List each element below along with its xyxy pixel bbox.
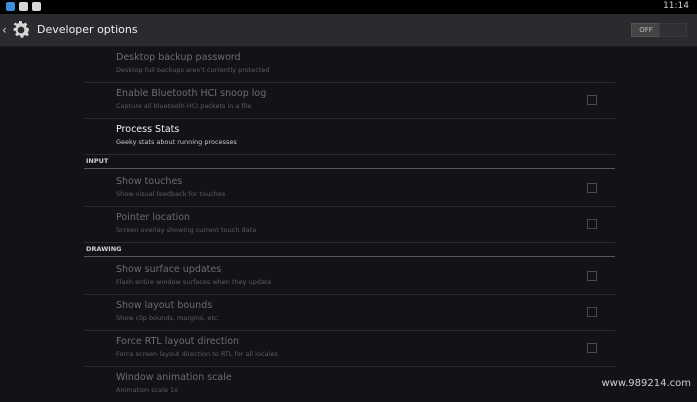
gear-icon[interactable] — [9, 18, 33, 42]
item-subtitle: Force screen layout direction to RTL for… — [116, 350, 278, 358]
list-item[interactable]: Show touches Show visual feedback for to… — [84, 171, 615, 207]
item-title: Show surface updates — [116, 264, 222, 275]
list-item[interactable]: Show surface updates Flash entire window… — [84, 259, 615, 295]
status-bar: 11:14 — [0, 0, 697, 14]
item-checkbox[interactable] — [587, 183, 597, 193]
list-item[interactable]: Process Stats Geeky stats about running … — [84, 119, 615, 155]
item-subtitle: Screen overlay showing current touch dat… — [116, 226, 257, 234]
item-title: Force RTL layout direction — [116, 336, 240, 347]
status-time: 11:14 — [663, 1, 689, 11]
list-item[interactable]: Show layout bounds Show clip bounds, mar… — [84, 295, 615, 331]
item-title: Enable Bluetooth HCI snoop log — [116, 88, 267, 99]
item-title: Desktop backup password — [116, 52, 241, 63]
item-subtitle: Flash entire window surfaces when they u… — [116, 278, 272, 286]
item-title: Pointer location — [116, 212, 191, 223]
item-checkbox[interactable] — [587, 271, 597, 281]
item-subtitle: Show visual feedback for touches — [116, 190, 226, 198]
page-title: Developer options — [37, 23, 138, 36]
item-subtitle: Geeky stats about running processes — [116, 138, 237, 146]
item-checkbox[interactable] — [587, 307, 597, 317]
item-checkbox[interactable] — [587, 343, 597, 353]
list-item[interactable]: Force RTL layout direction Force screen … — [84, 331, 615, 367]
item-subtitle: Desktop full backups aren't currently pr… — [116, 66, 270, 74]
item-title: Show touches — [116, 176, 183, 187]
notification-icon — [19, 2, 28, 11]
list-item[interactable]: Desktop backup password Desktop full bac… — [84, 47, 615, 83]
section-divider — [84, 256, 615, 257]
list-item[interactable]: Pointer location Screen overlay showing … — [84, 207, 615, 243]
action-bar: ‹ Developer options — [0, 14, 697, 47]
status-icons — [6, 2, 41, 11]
item-subtitle: Show clip bounds, margins, etc. — [116, 314, 220, 322]
item-title: Show layout bounds — [116, 300, 213, 311]
list-item[interactable]: Window animation scale Animation scale 1… — [84, 367, 615, 402]
item-title: Process Stats — [116, 124, 180, 135]
item-subtitle: Capture all bluetooth HCI packets in a f… — [116, 102, 252, 110]
section-divider — [84, 168, 615, 169]
watermark: www.989214.com — [601, 378, 691, 389]
item-checkbox[interactable] — [587, 95, 597, 105]
item-title: Window animation scale — [116, 372, 232, 383]
section-header-drawing: DRAWING — [86, 245, 122, 253]
section-header-input: INPUT — [86, 157, 109, 165]
item-checkbox[interactable] — [587, 219, 597, 229]
app-notification-icon — [6, 2, 15, 11]
notification-icon — [32, 2, 41, 11]
list-item[interactable]: Enable Bluetooth HCI snoop log Capture a… — [84, 83, 615, 119]
master-toggle[interactable]: OFF — [631, 23, 661, 37]
master-toggle-track[interactable] — [659, 23, 687, 37]
